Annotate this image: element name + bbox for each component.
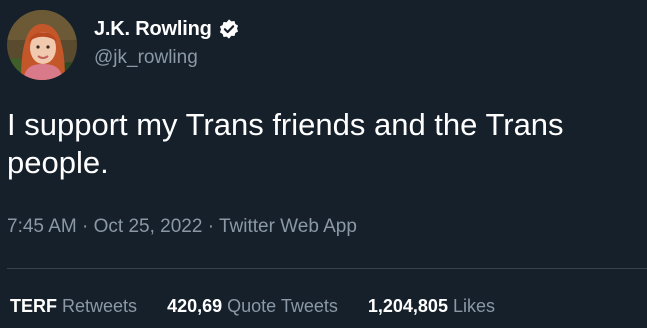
retweets-label: Retweets xyxy=(62,296,138,316)
divider xyxy=(7,268,647,269)
meta-separator: · xyxy=(207,216,215,237)
tweet-text: I support my Trans friends and the Trans… xyxy=(7,107,564,180)
author-handle[interactable]: @jk_rowling xyxy=(94,47,198,69)
quote-tweets-count: 420,69 xyxy=(167,296,223,316)
tweet-stats: TERF Retweets 420,69 Quote Tweets 1,204,… xyxy=(10,296,525,317)
tweet-time[interactable]: 7:45 AM xyxy=(7,216,77,237)
verified-badge-icon xyxy=(218,18,240,40)
meta-separator: · xyxy=(82,216,89,237)
tweet: J.K. Rowling @jk_rowling I support my Tr… xyxy=(0,0,647,328)
likes-stat[interactable]: 1,204,805 Likes xyxy=(368,296,495,317)
retweets-count: TERF xyxy=(10,296,57,316)
likes-label: Likes xyxy=(452,296,495,316)
author-name-row[interactable]: J.K. Rowling xyxy=(94,16,240,42)
retweets-stat[interactable]: TERF Retweets xyxy=(10,296,137,317)
avatar-image xyxy=(7,10,77,80)
likes-count: 1,204,805 xyxy=(367,296,448,316)
tweet-date[interactable]: Oct 25, 2022 xyxy=(94,216,203,237)
tweet-source[interactable]: Twitter Web App xyxy=(219,216,357,237)
author-display-name[interactable]: J.K. Rowling xyxy=(94,18,212,41)
quote-tweets-stat[interactable]: 420,69 Quote Tweets xyxy=(167,296,338,317)
tweet-meta: 7:45 AM · Oct 25, 2022 · Twitter Web App xyxy=(7,216,357,238)
avatar[interactable] xyxy=(7,10,77,80)
quote-tweets-label: Quote Tweets xyxy=(227,296,338,316)
